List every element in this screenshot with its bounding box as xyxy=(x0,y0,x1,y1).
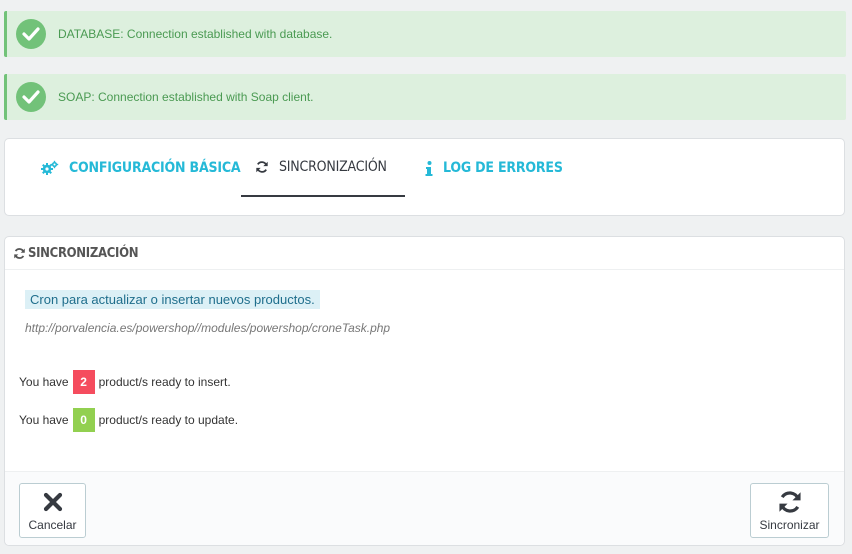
cancel-button[interactable]: Cancelar xyxy=(19,483,86,538)
cron-url: http://porvalencia.es/powershop//modules… xyxy=(25,321,391,335)
tab-configuracion-basica[interactable]: CONFIGURACIÓN BÁSICA xyxy=(27,139,254,197)
sync-button[interactable]: Sincronizar xyxy=(750,483,829,538)
tab-label: CONFIGURACIÓN BÁSICA xyxy=(69,160,241,176)
close-icon xyxy=(43,489,63,515)
alert-message: DATABASE: Connection established with da… xyxy=(58,27,333,41)
info-icon xyxy=(425,160,433,176)
refresh-icon xyxy=(13,247,26,260)
check-circle-icon xyxy=(16,82,46,112)
tab-label: SINCRONIZACIÓN xyxy=(279,159,387,175)
cron-title: Cron para actualizar o insertar nuevos p… xyxy=(25,290,320,309)
refresh-icon xyxy=(777,489,803,515)
tab-label: LOG DE ERRORES xyxy=(443,160,563,176)
cancel-label: Cancelar xyxy=(28,518,77,532)
refresh-icon xyxy=(255,160,269,174)
insert-count-badge: 2 xyxy=(72,370,95,394)
panel-heading: SINCRONIZACIÓN xyxy=(5,237,844,270)
panel-title: SINCRONIZACIÓN xyxy=(28,245,139,261)
gears-icon xyxy=(41,160,59,176)
alert-soap-success: SOAP: Connection established with Soap c… xyxy=(4,74,846,120)
tab-bar: CONFIGURACIÓN BÁSICA SINCRONIZACIÓN LOG … xyxy=(4,138,845,216)
sync-label: Sincronizar xyxy=(759,518,820,532)
alert-message: SOAP: Connection established with Soap c… xyxy=(58,90,314,104)
tab-sincronizacion[interactable]: SINCRONIZACIÓN xyxy=(241,139,405,197)
update-count-badge: 0 xyxy=(72,408,95,432)
tab-log-de-errores[interactable]: LOG DE ERRORES xyxy=(411,139,577,197)
sync-panel: SINCRONIZACIÓN Cron para actualizar o in… xyxy=(4,236,845,546)
status-prefix: You have xyxy=(19,375,69,389)
insert-status: You have 2 product/s ready to insert. xyxy=(19,370,231,394)
status-suffix: product/s ready to insert. xyxy=(98,375,231,389)
check-circle-icon xyxy=(16,19,46,49)
status-prefix: You have xyxy=(19,413,69,427)
update-status: You have 0 product/s ready to update. xyxy=(19,408,238,432)
alert-database-success: DATABASE: Connection established with da… xyxy=(4,11,846,57)
panel-footer: Cancelar Sincronizar xyxy=(5,471,844,545)
status-suffix: product/s ready to update. xyxy=(98,413,239,427)
